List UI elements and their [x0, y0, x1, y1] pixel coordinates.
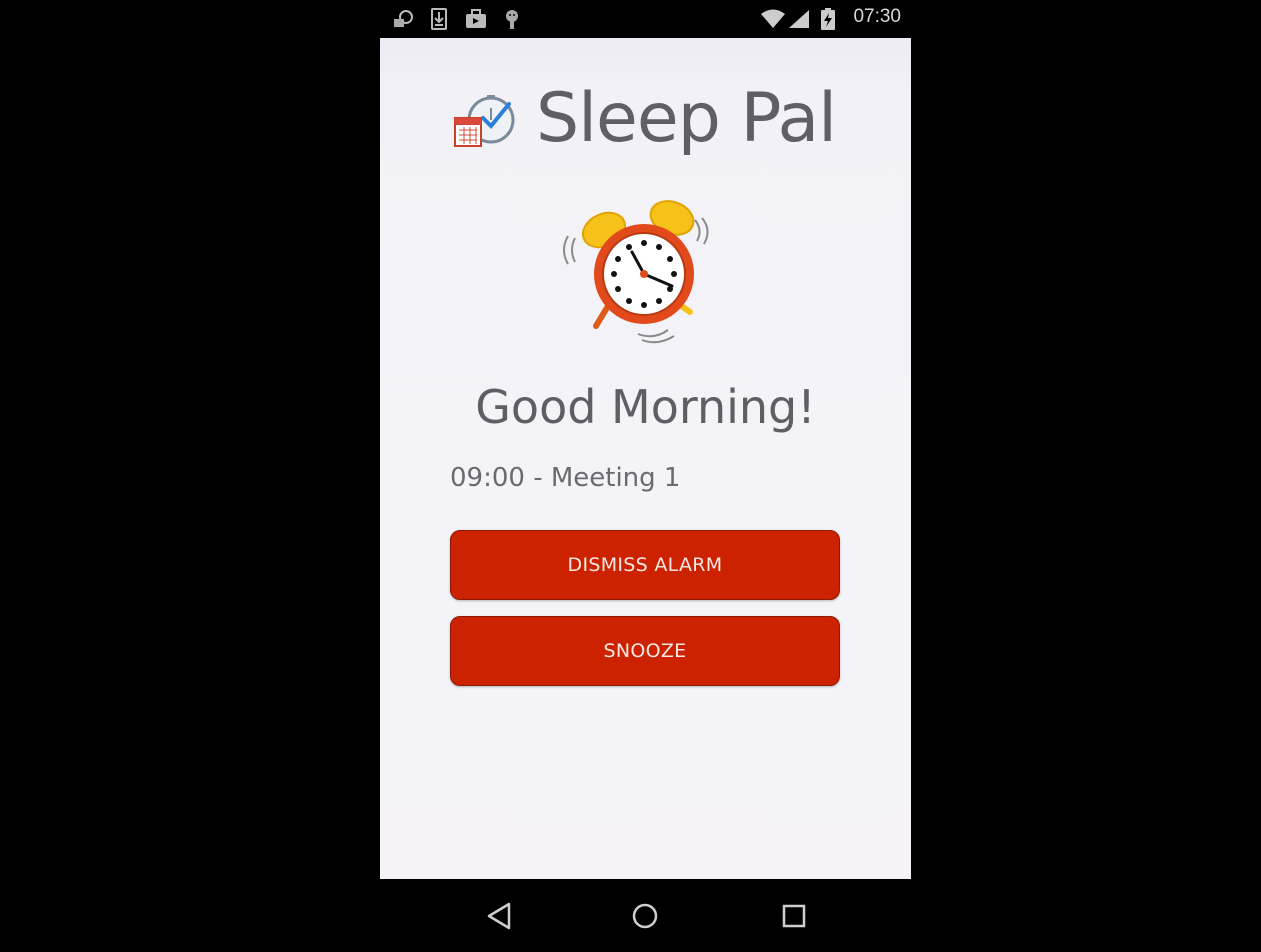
greeting-text: Good Morning!: [475, 380, 816, 434]
back-icon[interactable]: [482, 899, 516, 933]
clock-calendar-notification-icon: [392, 8, 416, 30]
recents-icon[interactable]: [777, 899, 811, 933]
wifi-icon: [760, 8, 786, 30]
briefcase-icon: [464, 8, 488, 30]
device-frame: 07:30 Sleep Pal Good Morning! 09:00 - Me…: [0, 0, 1261, 952]
ringing-alarm-clock-icon: [558, 198, 718, 346]
clock-calendar-logo-icon: [453, 94, 519, 152]
battery-charging-icon: [820, 8, 836, 30]
app-header: Sleep Pal: [380, 76, 911, 162]
app-title: Sleep Pal: [536, 79, 837, 158]
android-icon: [502, 8, 522, 30]
status-bar: 07:30: [380, 0, 911, 38]
status-time: 07:30: [853, 6, 901, 27]
app-screen: Sleep Pal Good Morning! 09:00 - Meeting …: [380, 38, 911, 879]
snooze-button[interactable]: SNOOZE: [450, 616, 840, 686]
cellular-signal-icon: [788, 8, 810, 30]
next-event-text: 09:00 - Meeting 1: [450, 463, 681, 493]
home-icon[interactable]: [628, 899, 662, 933]
dismiss-alarm-button[interactable]: DISMISS ALARM: [450, 530, 840, 600]
navigation-bar: [380, 879, 911, 952]
download-icon: [430, 8, 448, 30]
